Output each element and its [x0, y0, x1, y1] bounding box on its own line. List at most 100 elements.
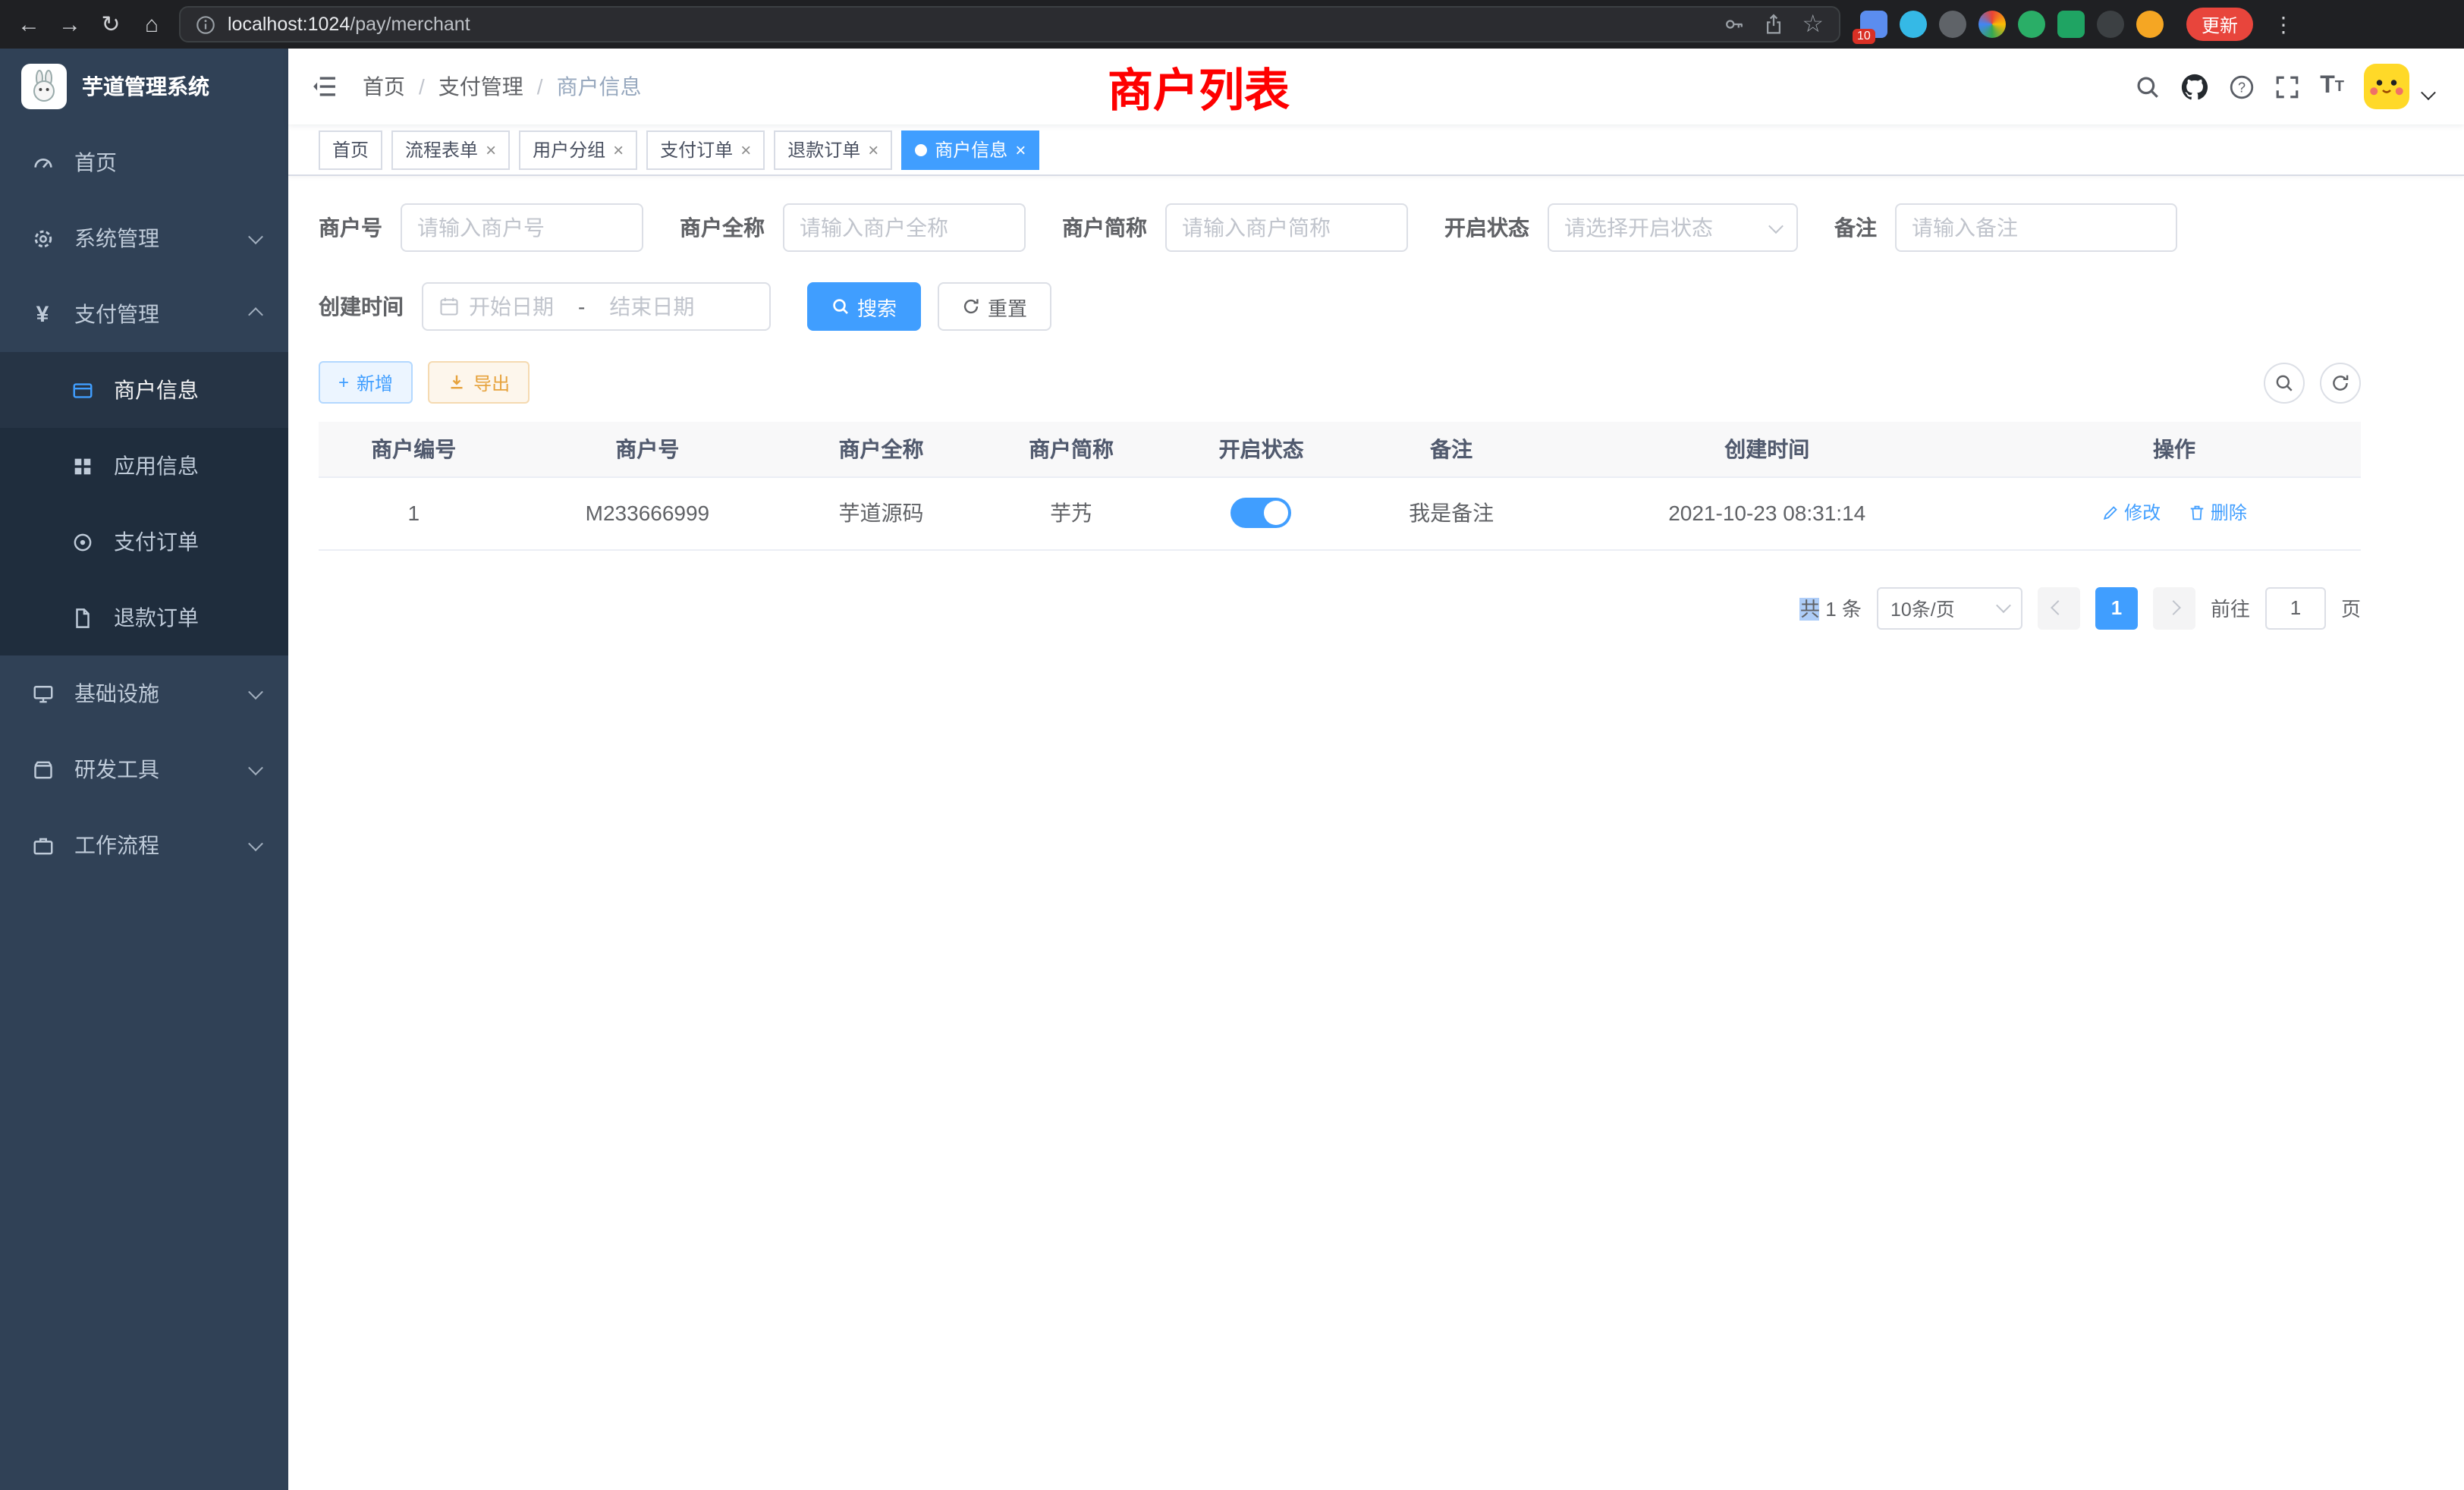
- delete-button[interactable]: 删除: [2188, 500, 2247, 526]
- browser-update-button[interactable]: 更新: [2186, 8, 2253, 41]
- show-search-toggle-button[interactable]: [2264, 362, 2305, 403]
- merchant-no-input-wrap: [401, 203, 643, 252]
- target-icon: [70, 530, 94, 554]
- chevron-down-icon: [1996, 598, 2011, 613]
- goto-label: 前往: [2211, 593, 2250, 622]
- extension-icon-teal[interactable]: [1900, 11, 1927, 38]
- status-toggle[interactable]: [1231, 498, 1292, 528]
- reset-button[interactable]: 重置: [938, 282, 1051, 331]
- bookmark-star-icon[interactable]: ☆: [1802, 9, 1824, 39]
- sidebar-item-refund-order[interactable]: 退款订单: [0, 580, 288, 655]
- cell-merchant-no: M233666999: [509, 476, 787, 549]
- prev-page-button[interactable]: [2038, 586, 2080, 629]
- short-name-input[interactable]: [1182, 215, 1391, 240]
- refresh-button[interactable]: [2320, 362, 2361, 403]
- sidebar-item-app-info[interactable]: 应用信息: [0, 428, 288, 504]
- tab-user-group[interactable]: 用户分组×: [519, 130, 637, 169]
- sidebar-item-label: 应用信息: [114, 451, 199, 481]
- col-full-name: 商户全称: [786, 422, 976, 476]
- browser-menu-icon[interactable]: ⋮: [2273, 11, 2294, 37]
- sidebar-item-payment[interactable]: ¥ 支付管理: [0, 276, 288, 352]
- close-icon[interactable]: ×: [868, 140, 878, 159]
- sidebar-toggle-icon[interactable]: [311, 73, 338, 100]
- merchant-no-label: 商户号: [319, 212, 401, 243]
- page-number-1[interactable]: 1: [2095, 586, 2138, 629]
- tab-process-form[interactable]: 流程表单×: [391, 130, 510, 169]
- extension-icon-grey[interactable]: [1939, 11, 1966, 38]
- page-suffix-label: 页: [2341, 593, 2361, 622]
- sidebar-item-infra[interactable]: 基础设施: [0, 655, 288, 731]
- extension-icon-multicolor[interactable]: [1978, 11, 2006, 38]
- share-icon[interactable]: [1762, 14, 1784, 35]
- remark-input[interactable]: [1912, 215, 2161, 240]
- sidebar-item-label: 工作流程: [74, 830, 159, 860]
- breadcrumb-current: 商户信息: [557, 71, 642, 102]
- search-icon[interactable]: [2135, 74, 2161, 99]
- tab-home[interactable]: 首页: [319, 130, 382, 169]
- date-start-placeholder: 开始日期: [469, 291, 554, 322]
- sidebar-item-merchant-info[interactable]: 商户信息: [0, 352, 288, 428]
- edit-button[interactable]: 修改: [2101, 500, 2161, 526]
- chevron-down-icon: [248, 835, 263, 850]
- breadcrumb-home[interactable]: 首页: [363, 71, 405, 102]
- sidebar-logo[interactable]: 芋道管理系统: [0, 49, 288, 124]
- extension-icon-green-square[interactable]: [2057, 11, 2085, 38]
- tab-merchant-info[interactable]: 商户信息×: [901, 130, 1039, 169]
- browser-back-icon[interactable]: ←: [15, 11, 42, 37]
- browser-forward-icon[interactable]: →: [56, 11, 83, 37]
- user-avatar[interactable]: [2364, 64, 2409, 109]
- password-key-icon[interactable]: [1723, 14, 1744, 35]
- close-icon[interactable]: ×: [613, 140, 624, 159]
- monitor-icon: [30, 681, 55, 706]
- remark-label: 备注: [1834, 212, 1895, 243]
- address-bar[interactable]: localhost:1024/pay/merchant ☆: [179, 6, 1840, 42]
- sidebar-item-devtools[interactable]: 研发工具: [0, 731, 288, 807]
- full-name-label: 商户全称: [680, 212, 783, 243]
- col-short-name: 商户简称: [976, 422, 1167, 476]
- github-icon[interactable]: [2180, 72, 2209, 101]
- page-size-select[interactable]: 10条/页: [1877, 586, 2022, 629]
- sidebar-item-workflow[interactable]: 工作流程: [0, 807, 288, 883]
- toolbox-icon: [30, 757, 55, 781]
- dashboard-icon: [30, 150, 55, 174]
- close-icon[interactable]: ×: [1015, 140, 1026, 159]
- sidebar-item-pay-order[interactable]: 支付订单: [0, 504, 288, 580]
- sidebar-item-label: 商户信息: [114, 375, 199, 405]
- goto-page-input[interactable]: [2265, 586, 2326, 629]
- status-select[interactable]: 请选择开启状态: [1548, 203, 1798, 252]
- help-icon[interactable]: ?: [2229, 74, 2255, 99]
- date-range-picker[interactable]: 开始日期 - 结束日期: [422, 282, 771, 331]
- url-text[interactable]: localhost:1024/pay/merchant: [228, 14, 470, 35]
- fullscreen-icon[interactable]: [2274, 74, 2300, 99]
- search-button[interactable]: 搜索: [807, 282, 921, 331]
- browser-profile-avatar[interactable]: [2136, 11, 2164, 38]
- close-icon[interactable]: ×: [740, 140, 751, 159]
- plus-icon: +: [338, 372, 349, 393]
- browser-home-icon[interactable]: ⌂: [138, 11, 165, 37]
- merchant-no-input[interactable]: [417, 215, 627, 240]
- browser-reload-icon[interactable]: ↻: [97, 11, 124, 38]
- export-button[interactable]: 导出: [428, 361, 530, 404]
- close-icon[interactable]: ×: [486, 140, 496, 159]
- sidebar-item-system[interactable]: 系统管理: [0, 200, 288, 276]
- status-label: 开启状态: [1444, 212, 1548, 243]
- tab-pay-order[interactable]: 支付订单×: [646, 130, 765, 169]
- add-button[interactable]: + 新增: [319, 361, 413, 404]
- tab-refund-order[interactable]: 退款订单×: [774, 130, 892, 169]
- extension-icon-badged[interactable]: 10: [1860, 11, 1887, 38]
- font-size-icon[interactable]: TT: [2320, 73, 2344, 100]
- avatar-dropdown-caret-icon[interactable]: [2421, 84, 2436, 99]
- calendar-icon: [438, 296, 460, 317]
- extension-icon-green-circle[interactable]: [2018, 11, 2045, 38]
- full-name-input[interactable]: [800, 215, 1009, 240]
- breadcrumb-payment[interactable]: 支付管理: [438, 71, 523, 102]
- page-info-icon[interactable]: [196, 14, 215, 34]
- sidebar-item-label: 基础设施: [74, 678, 159, 709]
- next-page-button[interactable]: [2153, 586, 2195, 629]
- sidebar: 芋道管理系统 首页 系统管理 ¥ 支付管理: [0, 49, 288, 1490]
- extension-icon-dark[interactable]: [2097, 11, 2124, 38]
- merchant-table: 商户编号 商户号 商户全称 商户简称 开启状态 备注 创建时间 操作 1: [319, 422, 2361, 550]
- sidebar-item-home[interactable]: 首页: [0, 124, 288, 200]
- chevron-up-icon: [248, 306, 263, 322]
- pagination: 共 1 条 10条/页 1 前往 页: [319, 586, 2361, 629]
